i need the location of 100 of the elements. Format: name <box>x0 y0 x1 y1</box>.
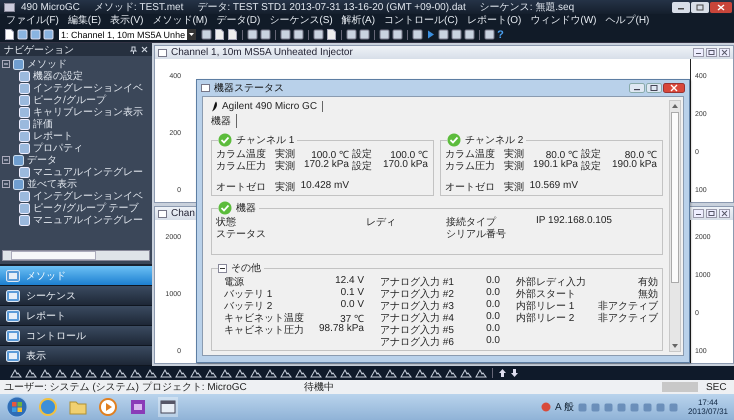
minimize-button[interactable] <box>693 209 704 218</box>
menu-item[interactable]: 解析(A) <box>342 14 376 26</box>
scroll-up-icon[interactable] <box>671 103 679 109</box>
alert-icon[interactable] <box>541 402 552 412</box>
page-icon[interactable] <box>326 29 338 40</box>
navigation-button[interactable]: 表示 <box>0 346 152 366</box>
pin-icon[interactable] <box>130 46 137 54</box>
tile-icon[interactable] <box>484 29 496 40</box>
tree-item[interactable]: データ <box>27 153 57 167</box>
page-icon[interactable] <box>4 29 15 40</box>
tree-item[interactable]: ピーク/グループ テーブ <box>33 201 139 215</box>
peak-icon[interactable] <box>40 368 52 378</box>
navigation-button[interactable]: レポート <box>0 306 152 326</box>
app-icon[interactable] <box>128 397 148 417</box>
scroll-down-icon[interactable] <box>671 343 679 349</box>
peak-icon[interactable] <box>25 368 37 378</box>
collapse-toggle[interactable] <box>2 156 10 164</box>
peak-icon[interactable] <box>100 368 112 378</box>
menu-item[interactable]: データ(D) <box>216 14 260 26</box>
clock[interactable]: 17:44 2013/07/31 <box>688 398 728 416</box>
tile-icon[interactable] <box>201 29 212 40</box>
tree-item[interactable]: メソッド <box>27 57 67 71</box>
page-icon[interactable] <box>227 29 238 40</box>
tree-item[interactable]: キャリブレーション表示 <box>33 105 143 119</box>
peak-icon[interactable] <box>145 368 157 378</box>
down-arrow-icon[interactable] <box>510 368 519 378</box>
peak-icon[interactable] <box>295 368 307 378</box>
menu-item[interactable]: 編集(E) <box>68 14 102 26</box>
peak-icon[interactable] <box>280 368 292 378</box>
menu-item[interactable]: メソッド(M) <box>152 14 208 26</box>
close-button[interactable] <box>663 83 685 93</box>
peak-icon[interactable] <box>10 368 22 378</box>
peak-icon[interactable] <box>355 368 367 378</box>
collapse-toggle[interactable] <box>2 60 10 68</box>
page-icon[interactable] <box>214 29 226 40</box>
tile-icon[interactable] <box>313 29 324 40</box>
peak-icon[interactable] <box>415 368 427 378</box>
peak-icon[interactable] <box>475 368 487 378</box>
tree-item[interactable]: 評価 <box>33 117 53 131</box>
maximize-button[interactable] <box>646 83 662 93</box>
peak-icon[interactable] <box>250 368 262 378</box>
peak-icon[interactable] <box>205 368 217 378</box>
vertical-scrollbar[interactable] <box>669 100 681 352</box>
menu-item[interactable]: ファイル(F) <box>6 14 59 26</box>
menu-item[interactable]: シーケンス(S) <box>269 14 333 26</box>
close-button[interactable] <box>719 209 730 218</box>
peak-icon[interactable] <box>235 368 247 378</box>
close-button[interactable] <box>710 2 732 12</box>
tile-icon[interactable] <box>346 29 358 40</box>
tree-item[interactable]: 機器の設定 <box>33 69 83 83</box>
menu-item[interactable]: 表示(V) <box>110 14 144 26</box>
minimize-button[interactable] <box>672 2 690 12</box>
tree-item[interactable]: マニュアルインテグレー <box>33 213 143 227</box>
tile-icon[interactable] <box>451 29 462 40</box>
menu-item[interactable]: コントロール(C) <box>384 14 458 26</box>
tree-item[interactable]: レポート <box>33 129 73 143</box>
peak-icon[interactable] <box>445 368 457 378</box>
tile-icon[interactable] <box>280 29 292 40</box>
menu-item[interactable]: ウィンドウ(W) <box>530 14 596 26</box>
peak-icon[interactable] <box>370 368 382 378</box>
collapse-toggle[interactable] <box>2 180 10 188</box>
sub-tab[interactable]: 機器 <box>211 114 237 128</box>
navigation-button[interactable]: シーケンス <box>0 286 152 306</box>
channel-dropdown[interactable]: 1: Channel 1, 10m MS5A Unhe <box>59 29 196 40</box>
maximize-button[interactable] <box>706 209 717 218</box>
tile-icon[interactable] <box>359 29 370 40</box>
peak-icon[interactable] <box>85 368 97 378</box>
peak-icon[interactable] <box>70 368 82 378</box>
peak-icon[interactable] <box>385 368 397 378</box>
peak-icon[interactable] <box>310 368 322 378</box>
tree-item[interactable]: 並べて表示 <box>27 177 77 191</box>
tile-icon[interactable] <box>260 29 272 40</box>
peak-icon[interactable] <box>190 368 202 378</box>
peak-icon[interactable] <box>430 368 442 378</box>
tile-icon[interactable] <box>464 29 476 40</box>
minimize-button[interactable] <box>693 48 704 57</box>
tree-item[interactable]: インテグレーションイベ <box>33 81 143 95</box>
close-button[interactable] <box>719 48 730 57</box>
collapse-toggle[interactable] <box>218 264 227 272</box>
maximize-button[interactable] <box>706 48 717 57</box>
peak-icon[interactable] <box>460 368 472 378</box>
tile-icon[interactable] <box>379 29 390 40</box>
peak-icon[interactable] <box>115 368 127 378</box>
tile-icon[interactable] <box>293 29 304 40</box>
peak-icon[interactable] <box>400 368 412 378</box>
maximize-button[interactable] <box>691 2 709 12</box>
tree-item[interactable]: ピーク/グループ <box>33 93 106 107</box>
media-icon[interactable] <box>98 397 118 417</box>
play-icon[interactable] <box>425 29 436 40</box>
peak-icon[interactable] <box>265 368 277 378</box>
peak-icon[interactable] <box>340 368 352 378</box>
tree-item[interactable]: プロパティ <box>33 141 83 155</box>
tile-icon[interactable] <box>392 29 404 40</box>
menu-item[interactable]: レポート(O) <box>466 14 522 26</box>
navigation-button[interactable]: コントロール <box>0 326 152 346</box>
peak-icon[interactable] <box>220 368 232 378</box>
peak-icon[interactable] <box>55 368 67 378</box>
peak-icon[interactable] <box>130 368 142 378</box>
peak-icon[interactable] <box>175 368 187 378</box>
tile-icon[interactable] <box>438 29 450 40</box>
